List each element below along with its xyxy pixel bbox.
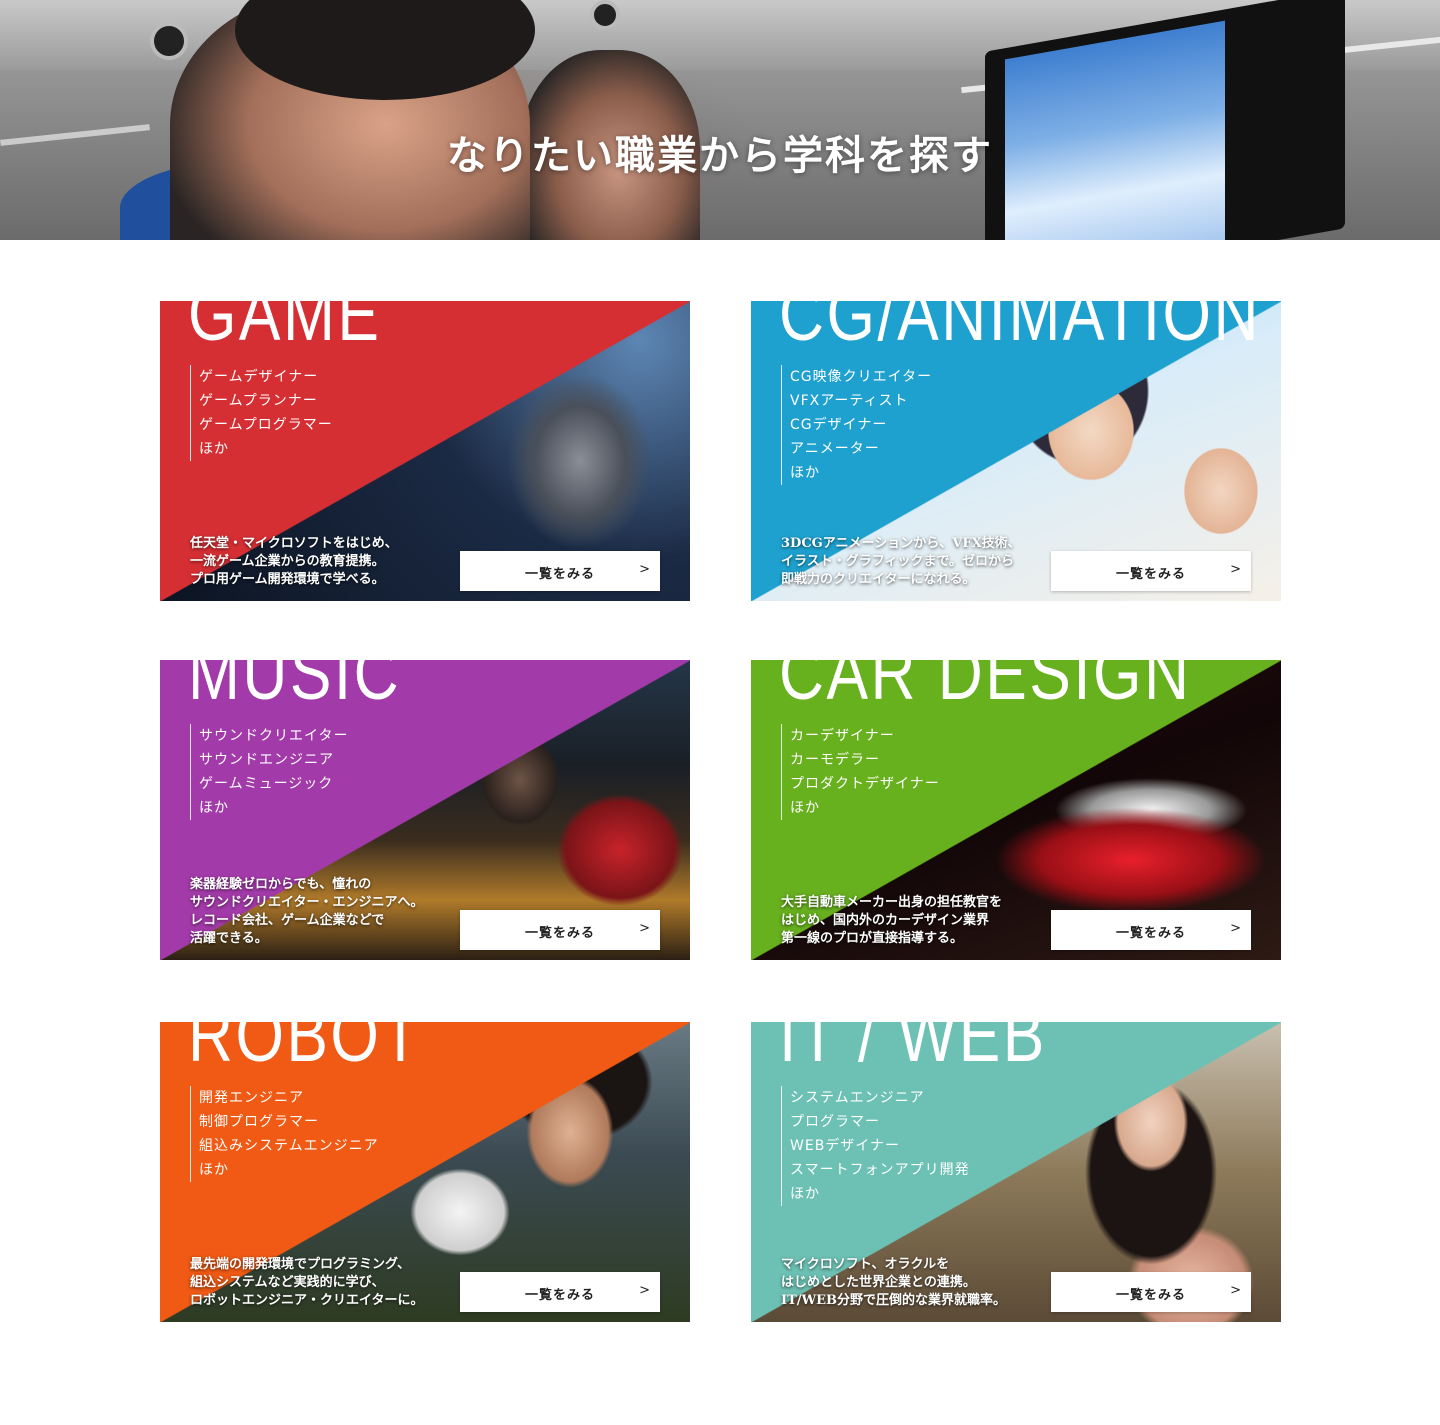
job-item: スマートフォンアプリ開発 bbox=[790, 1162, 970, 1178]
description-line: 大手自動車メーカー出身の担任教官を bbox=[781, 895, 1003, 910]
view-list-label: 一覧をみる bbox=[524, 1288, 595, 1303]
description-line: 3DCGアニメーションから、VFX技術、 bbox=[781, 536, 1021, 551]
category-description: 3DCGアニメーションから、VFX技術、 イラスト・グラフィックまで。ゼロから … bbox=[781, 535, 1021, 589]
job-item: サウンドエンジニア bbox=[199, 752, 334, 768]
job-item: ほか bbox=[790, 1186, 820, 1202]
view-list-label: 一覧をみる bbox=[1115, 926, 1186, 941]
description-line: イラスト・グラフィックまで。ゼロから bbox=[781, 554, 1014, 569]
job-item: アニメーター bbox=[790, 441, 880, 457]
chevron-right-icon: > bbox=[639, 1283, 650, 1298]
category-title: ROBOT bbox=[188, 1022, 422, 1078]
category-description: 任天堂・マイクロソフトをはじめ、 一流ゲーム企業からの教育提携。 プロ用ゲーム開… bbox=[190, 535, 398, 589]
description-line: IT/WEB分野で圧倒的な業界就職率。 bbox=[781, 1293, 1006, 1308]
description-line: 任天堂・マイクロソフトをはじめ、 bbox=[190, 536, 398, 551]
job-item: ほか bbox=[790, 800, 820, 816]
description-line: プロ用ゲーム開発環境で学べる。 bbox=[190, 572, 385, 587]
description-line: 活躍できる。 bbox=[190, 931, 268, 946]
view-list-button[interactable]: 一覧をみる > bbox=[1051, 551, 1251, 591]
job-item: WEBデザイナー bbox=[790, 1138, 901, 1154]
view-list-button[interactable]: 一覧をみる > bbox=[460, 1272, 660, 1312]
job-item: 制御プログラマー bbox=[199, 1114, 319, 1130]
job-item: プロダクトデザイナー bbox=[790, 776, 940, 792]
job-list: ゲームデザイナー ゲームプランナー ゲームプログラマー ほか bbox=[190, 365, 333, 461]
hero-photo-lamp bbox=[590, 0, 620, 30]
category-description: マイクロソフト、オラクルを はじめとした世界企業との連携。 IT/WEB分野で圧… bbox=[781, 1256, 1006, 1310]
category-title: CAR DESIGN bbox=[779, 660, 1192, 716]
job-item: 組込みシステムエンジニア bbox=[199, 1138, 379, 1154]
page-title: なりたい職業から学科を探す bbox=[447, 132, 993, 179]
job-item: カーデザイナー bbox=[790, 728, 895, 744]
chevron-right-icon: > bbox=[1230, 1283, 1241, 1298]
description-line: はじめとした世界企業との連携。 bbox=[781, 1275, 976, 1290]
job-item: システムエンジニア bbox=[790, 1090, 925, 1106]
job-item: CG映像クリエイター bbox=[790, 369, 933, 385]
job-list: システムエンジニア プログラマー WEBデザイナー スマートフォンアプリ開発 ほ… bbox=[781, 1086, 970, 1206]
view-list-label: 一覧をみる bbox=[524, 567, 595, 582]
description-line: 即戦力のクリエイターになれる。 bbox=[781, 572, 976, 587]
category-description: 最先端の開発環境でプログラミング、 組込システムなど実践的に学び、 ロボットエン… bbox=[190, 1256, 423, 1310]
job-item: ほか bbox=[199, 441, 229, 457]
job-item: ほか bbox=[790, 465, 820, 481]
category-description: 楽器経験ゼロからでも、憧れの サウンドクリエイター・エンジニアへ。 レコード会社… bbox=[190, 876, 423, 948]
description-line: マイクロソフト、オラクルを bbox=[781, 1257, 950, 1272]
category-card-cg-animation[interactable]: CG/ANIMATION CG映像クリエイター VFXアーティスト CGデザイナ… bbox=[751, 301, 1281, 601]
job-item: VFXアーティスト bbox=[790, 393, 909, 409]
description-line: レコード会社、ゲーム企業などで bbox=[190, 913, 385, 928]
job-item: ゲームプログラマー bbox=[199, 417, 333, 433]
category-title: GAME bbox=[188, 301, 382, 357]
category-card-it-web[interactable]: IT / WEB システムエンジニア プログラマー WEBデザイナー スマートフ… bbox=[751, 1022, 1281, 1322]
view-list-label: 一覧をみる bbox=[1115, 567, 1186, 582]
description-line: 楽器経験ゼロからでも、憧れの bbox=[190, 877, 372, 892]
view-list-label: 一覧をみる bbox=[1115, 1288, 1186, 1303]
view-list-button[interactable]: 一覧をみる > bbox=[1051, 910, 1251, 950]
job-item: ゲームプランナー bbox=[199, 393, 318, 409]
job-item: カーモデラー bbox=[790, 752, 880, 768]
job-item: ほか bbox=[199, 800, 229, 816]
job-item: プログラマー bbox=[790, 1114, 880, 1130]
chevron-right-icon: > bbox=[639, 921, 650, 936]
description-line: ロボットエンジニア・クリエイターに。 bbox=[190, 1293, 424, 1308]
category-title: CG/ANIMATION bbox=[779, 301, 1261, 357]
description-line: 組込システムなど実践的に学び、 bbox=[190, 1275, 385, 1290]
view-list-label: 一覧をみる bbox=[524, 926, 595, 941]
description-line: 一流ゲーム企業からの教育提携。 bbox=[190, 554, 385, 569]
job-item: ほか bbox=[199, 1162, 229, 1178]
chevron-right-icon: > bbox=[1230, 921, 1241, 936]
description-line: はじめ、国内外のカーデザイン業界 bbox=[781, 913, 990, 928]
hero-photo-lamp bbox=[150, 22, 188, 60]
view-list-button[interactable]: 一覧をみる > bbox=[460, 551, 660, 591]
description-line: サウンドクリエイター・エンジニアへ。 bbox=[190, 895, 424, 910]
category-card-robot[interactable]: ROBOT 開発エンジニア 制御プログラマー 組込みシステムエンジニア ほか 最… bbox=[160, 1022, 690, 1322]
job-list: 開発エンジニア 制御プログラマー 組込みシステムエンジニア ほか bbox=[190, 1086, 379, 1182]
job-list: サウンドクリエイター サウンドエンジニア ゲームミュージック ほか bbox=[190, 724, 348, 820]
job-item: サウンドクリエイター bbox=[199, 728, 349, 744]
job-list: CG映像クリエイター VFXアーティスト CGデザイナー アニメーター ほか bbox=[781, 365, 932, 485]
job-item: ゲームミュージック bbox=[199, 776, 334, 792]
category-card-game[interactable]: GAME ゲームデザイナー ゲームプランナー ゲームプログラマー ほか 任天堂・… bbox=[160, 301, 690, 601]
category-card-music[interactable]: MUSIC サウンドクリエイター サウンドエンジニア ゲームミュージック ほか … bbox=[160, 660, 690, 960]
chevron-right-icon: > bbox=[1230, 562, 1241, 577]
category-title: IT / WEB bbox=[779, 1022, 1047, 1078]
category-title: MUSIC bbox=[188, 660, 402, 716]
description-line: 第一線のプロが直接指導する。 bbox=[781, 931, 964, 946]
hero-banner: なりたい職業から学科を探す bbox=[0, 0, 1440, 240]
job-item: CGデザイナー bbox=[790, 417, 888, 433]
description-line: 最先端の開発環境でプログラミング、 bbox=[190, 1257, 411, 1272]
job-list: カーデザイナー カーモデラー プロダクトデザイナー ほか bbox=[781, 724, 940, 820]
job-item: ゲームデザイナー bbox=[199, 369, 319, 385]
chevron-right-icon: > bbox=[639, 562, 650, 577]
category-card-car-design[interactable]: CAR DESIGN カーデザイナー カーモデラー プロダクトデザイナー ほか … bbox=[751, 660, 1281, 960]
view-list-button[interactable]: 一覧をみる > bbox=[460, 910, 660, 950]
category-description: 大手自動車メーカー出身の担任教官を はじめ、国内外のカーデザイン業界 第一線のプ… bbox=[781, 894, 1002, 948]
view-list-button[interactable]: 一覧をみる > bbox=[1051, 1272, 1251, 1312]
job-item: 開発エンジニア bbox=[199, 1090, 304, 1106]
